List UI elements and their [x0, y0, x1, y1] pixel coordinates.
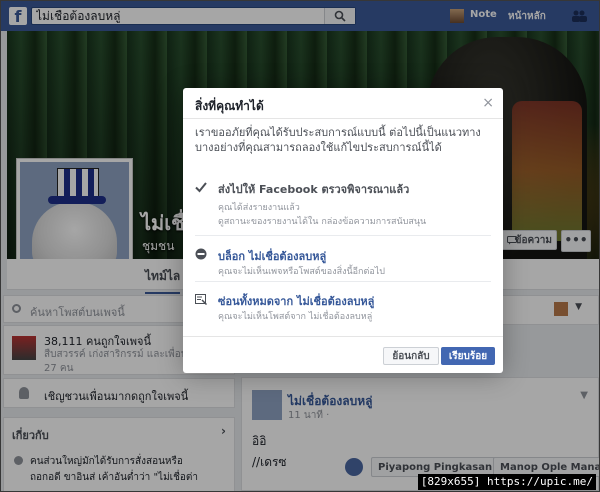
watermark: [829x655] https://upic.me/ [417, 474, 596, 490]
option-block-title[interactable]: บล็อก ไม่เชื่อต้องลบหลู่ [218, 247, 326, 265]
block-icon [195, 248, 207, 260]
done-button[interactable]: เรียบร้อย [441, 347, 495, 365]
check-icon [195, 182, 207, 193]
divider [195, 281, 491, 282]
option-reported-title: ส่งไปให้ Facebook ตรวจพิจารณาแล้ว [218, 183, 410, 196]
hide-icon [195, 294, 207, 305]
dialog-intro: เราขออภัยที่คุณได้รับประสบการณ์แบบนี้ ต่… [195, 126, 481, 154]
dialog-title: สิ่งที่คุณทำได้ [195, 99, 264, 113]
option-block-sub: คุณจะไม่เห็นเพจหรือโพสต์ของสิ่งนี้อีกต่อ… [218, 267, 385, 277]
option-hide-sub: คุณจะไม่เห็นโพสต์จาก ไม่เชื่อต้องลบหลู่ [218, 312, 373, 322]
divider [183, 118, 503, 119]
option-reported-sub: คุณได้ส่งรายงานแล้ว [218, 203, 300, 213]
support-inbox-link[interactable]: ดูสถานะของรายงานได้ใน กล่องข้อความการสนั… [218, 214, 426, 228]
report-dialog: สิ่งที่คุณทำได้ × เราขออภัยที่คุณได้รับป… [183, 88, 503, 373]
back-button[interactable]: ย้อนกลับ [383, 347, 439, 365]
close-icon[interactable]: × [482, 95, 494, 111]
option-hide-title[interactable]: ซ่อนทั้งหมดจาก ไม่เชื่อต้องลบหลู่ [218, 292, 374, 310]
dialog-footer: ย้อนกลับ เรียบร้อย [183, 336, 503, 374]
divider [195, 235, 491, 236]
